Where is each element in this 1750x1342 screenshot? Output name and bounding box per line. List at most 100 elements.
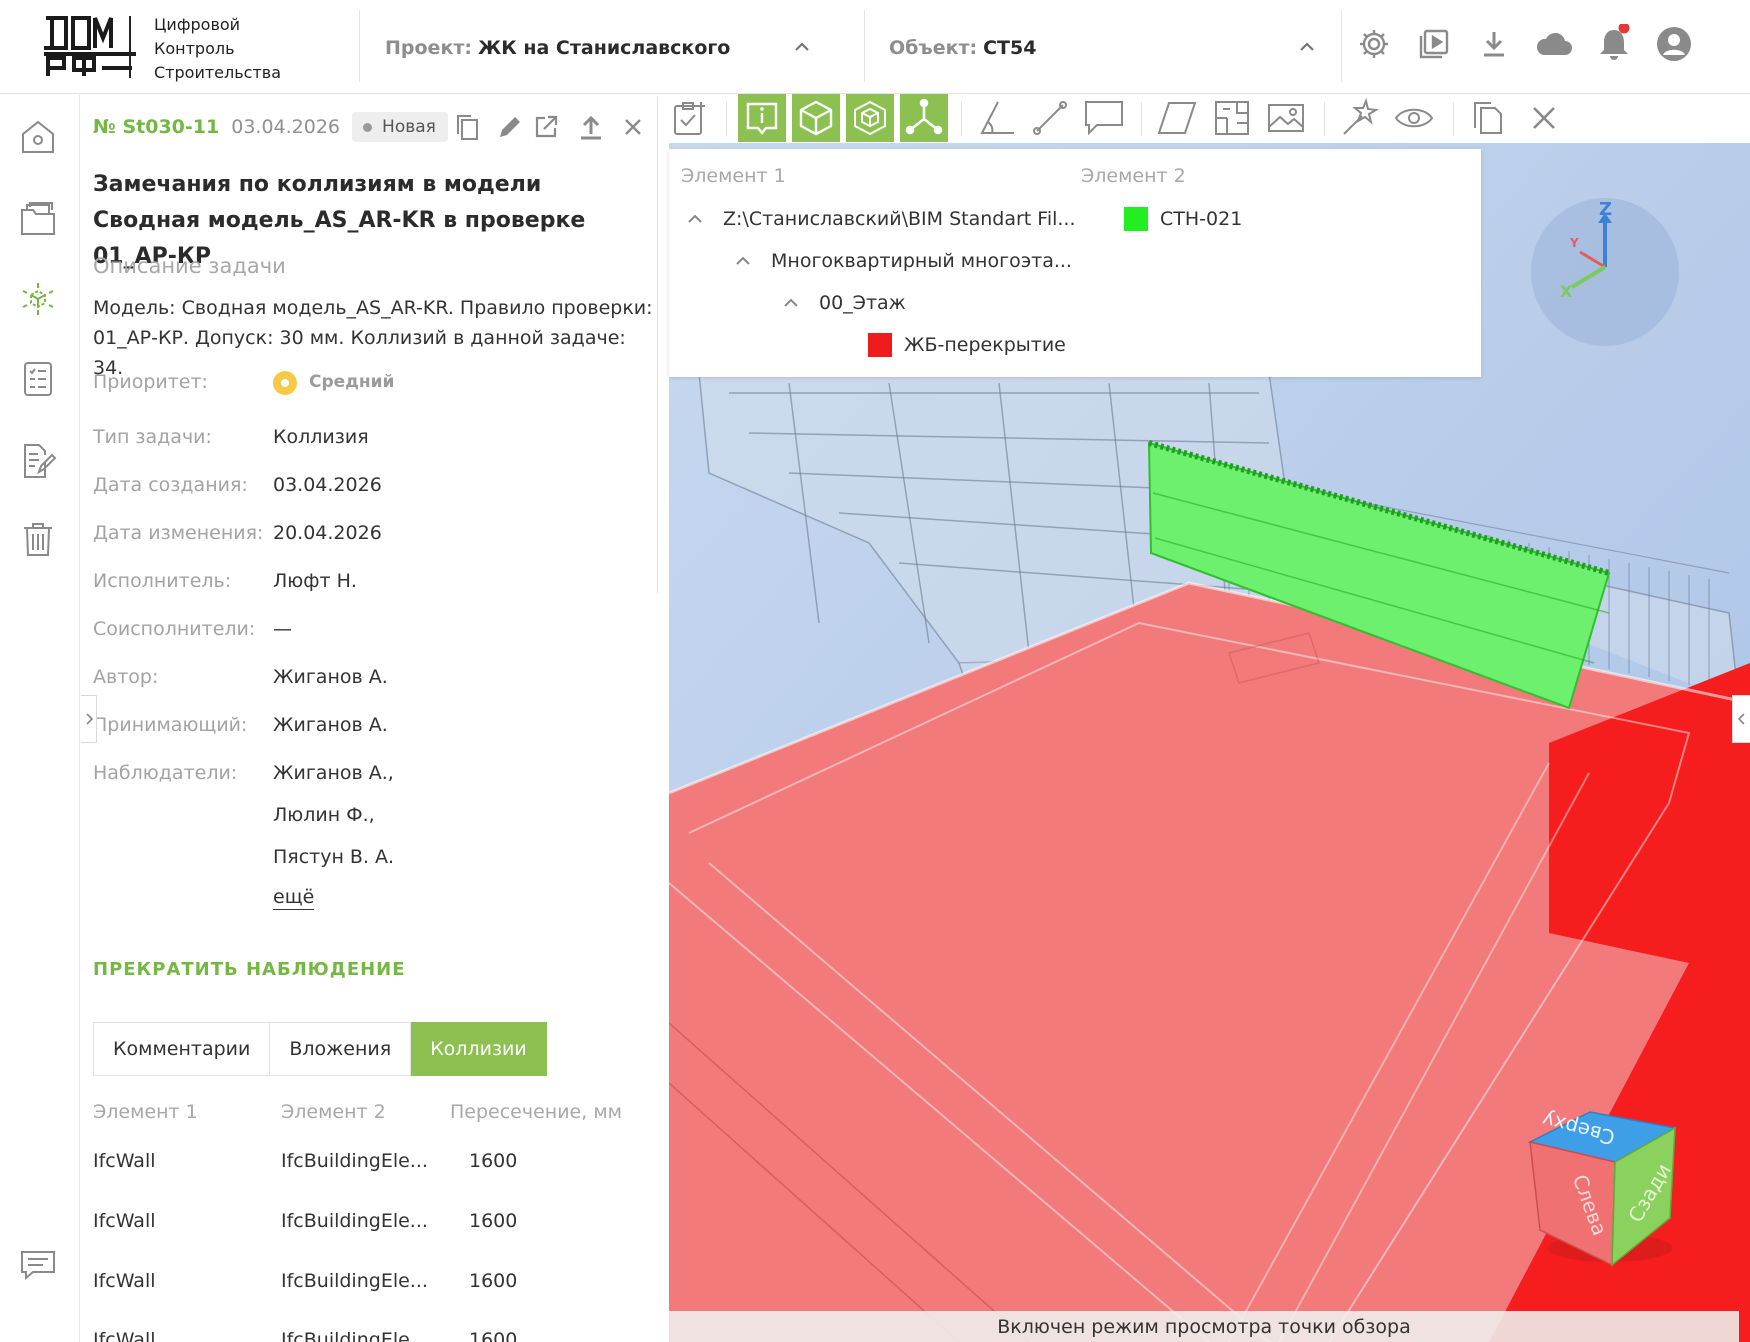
tree-node-label: Многоквартирный многоэта... xyxy=(771,250,1072,272)
viewer-toolbar xyxy=(661,94,1750,144)
modified-label: Дата изменения: xyxy=(93,522,264,544)
trash-icon[interactable] xyxy=(18,517,58,561)
toolbar-separator xyxy=(1453,102,1454,136)
dom-rf-logo-icon[interactable] xyxy=(40,14,140,80)
chevron-up-icon[interactable] xyxy=(783,295,799,311)
scrollbar-thumb[interactable] xyxy=(657,95,658,595)
type-value: Коллизия xyxy=(273,426,369,448)
table-row[interactable]: IfcWall IfcBuildingEle... 1600 xyxy=(93,1329,653,1342)
logo-text-line: Строительства xyxy=(154,63,282,82)
axes-icon[interactable] xyxy=(900,94,948,142)
panel-scrollbar[interactable] xyxy=(657,95,658,695)
add-task-icon[interactable] xyxy=(665,94,713,142)
copy-icon[interactable] xyxy=(1464,94,1512,142)
upload-icon[interactable] xyxy=(575,111,607,143)
copy-icon[interactable] xyxy=(451,111,483,143)
logo-divider xyxy=(129,16,131,78)
collapse-panel-button[interactable] xyxy=(81,695,97,743)
task-number: № St030-11 xyxy=(93,116,220,138)
gear-icon[interactable] xyxy=(1354,24,1394,64)
tree-node-floor[interactable]: 00_Этаж xyxy=(783,290,906,316)
video-icon[interactable] xyxy=(1414,24,1454,64)
collapse-right-panel-button[interactable] xyxy=(1732,695,1750,743)
logo-text: Цифровой Контроль Строительства xyxy=(154,13,281,85)
magic-icon[interactable] xyxy=(1336,94,1384,142)
angle-icon[interactable] xyxy=(973,94,1021,142)
info-icon[interactable] xyxy=(738,94,786,142)
element-2-name: СТН-021 xyxy=(1160,208,1243,230)
stop-watching-button[interactable]: ПРЕКРАТИТЬ НАБЛЮДЕНИЕ xyxy=(93,959,406,980)
close-icon[interactable] xyxy=(617,111,649,143)
tree-node-file[interactable]: Z:\Станиславский\BIM Standart Fil... xyxy=(687,206,1076,232)
project-value: ЖК на Станиславского xyxy=(477,37,731,59)
object-selector[interactable]: Объект: СТ54 xyxy=(889,34,1036,62)
observer-name: Жиганов А., xyxy=(273,762,394,784)
eye-icon[interactable] xyxy=(1390,94,1438,142)
priority-value: Средний xyxy=(309,372,395,392)
collision-intersection: 1600 xyxy=(469,1150,518,1172)
cube-icon[interactable] xyxy=(792,94,840,142)
more-observers-link[interactable]: ещё xyxy=(273,885,315,910)
user-icon[interactable] xyxy=(1654,24,1694,64)
header-divider xyxy=(359,10,360,82)
tree-node-element-1[interactable]: ЖБ-перекрытие xyxy=(868,332,1066,358)
model-icon[interactable] xyxy=(18,277,58,321)
checklist-icon[interactable] xyxy=(18,357,58,401)
comment-icon[interactable] xyxy=(1080,94,1128,142)
status-text: Новая xyxy=(382,117,436,137)
chat-icon[interactable] xyxy=(18,1243,58,1287)
bell-icon[interactable] xyxy=(1594,24,1634,64)
type-label: Тип задачи: xyxy=(93,426,212,448)
ruler-icon[interactable] xyxy=(1026,94,1074,142)
chevron-left-icon xyxy=(1737,713,1745,725)
chevron-up-icon[interactable] xyxy=(735,253,751,269)
header-divider xyxy=(864,10,865,82)
description-label: Описание задачи xyxy=(93,254,286,278)
tree-node-building[interactable]: Многоквартирный многоэта... xyxy=(735,248,1072,274)
pencil-icon[interactable] xyxy=(494,111,526,143)
section-box-icon[interactable] xyxy=(1208,94,1256,142)
download-icon[interactable] xyxy=(1474,24,1514,64)
folders-icon[interactable] xyxy=(18,197,58,241)
tab-collisions[interactable]: Коллизии xyxy=(411,1022,547,1076)
object-label: Объект: xyxy=(889,37,978,59)
column-header: Элемент 1 xyxy=(93,1101,198,1123)
tab-attachments[interactable]: Вложения xyxy=(270,1022,412,1076)
left-nav xyxy=(0,95,80,1342)
view-cube[interactable]: Сверху Слева Сзади xyxy=(1520,1100,1690,1270)
task-tabs: Комментарии Вложения Коллизии xyxy=(93,1022,547,1076)
author-value: Жиганов А. xyxy=(273,666,388,688)
coexecutors-label: Соисполнители: xyxy=(93,618,256,640)
open-external-icon[interactable] xyxy=(530,111,562,143)
status-dot xyxy=(363,122,373,132)
document-edit-icon[interactable] xyxy=(18,439,58,483)
chevron-up-icon[interactable] xyxy=(1298,38,1316,56)
element-2-header: Элемент 2 xyxy=(1081,165,1186,187)
section-plane-icon[interactable] xyxy=(1153,94,1201,142)
collision-element-2: IfcBuildingEle... xyxy=(281,1270,428,1292)
element-2-color-swatch xyxy=(1124,207,1148,231)
chevron-up-icon[interactable] xyxy=(687,211,703,227)
logo-text-line: Цифровой xyxy=(154,15,241,34)
project-label: Проект: xyxy=(385,37,472,59)
executor-value[interactable]: Люфт Н. xyxy=(273,567,357,595)
task-panel: № St030-11 03.04.2026 Новая Замечания по… xyxy=(81,95,658,1342)
cloud-icon[interactable] xyxy=(1534,24,1574,64)
notification-dot xyxy=(1618,24,1630,34)
cube-wire-icon[interactable] xyxy=(846,94,894,142)
observer-name: Люлин Ф., xyxy=(273,804,375,826)
home-icon[interactable] xyxy=(18,115,58,159)
table-row[interactable]: IfcWall IfcBuildingEle... 1600 xyxy=(93,1270,653,1298)
project-selector[interactable]: Проект: ЖК на Станиславского xyxy=(385,34,730,62)
image-icon[interactable] xyxy=(1262,94,1310,142)
axes-gizmo[interactable]: Z Y X xyxy=(1530,197,1680,347)
table-row[interactable]: IfcWall IfcBuildingEle... 1600 xyxy=(93,1150,653,1178)
acceptor-label: Принимающий: xyxy=(93,714,248,736)
chevron-up-icon[interactable] xyxy=(793,38,811,56)
close-icon[interactable] xyxy=(1520,94,1568,142)
tab-comments[interactable]: Комментарии xyxy=(93,1022,271,1076)
element-2-item[interactable]: СТН-021 xyxy=(1124,206,1242,232)
collision-intersection: 1600 xyxy=(469,1210,518,1232)
coexecutors-value: — xyxy=(273,618,292,640)
table-row[interactable]: IfcWall IfcBuildingEle... 1600 xyxy=(93,1210,653,1238)
